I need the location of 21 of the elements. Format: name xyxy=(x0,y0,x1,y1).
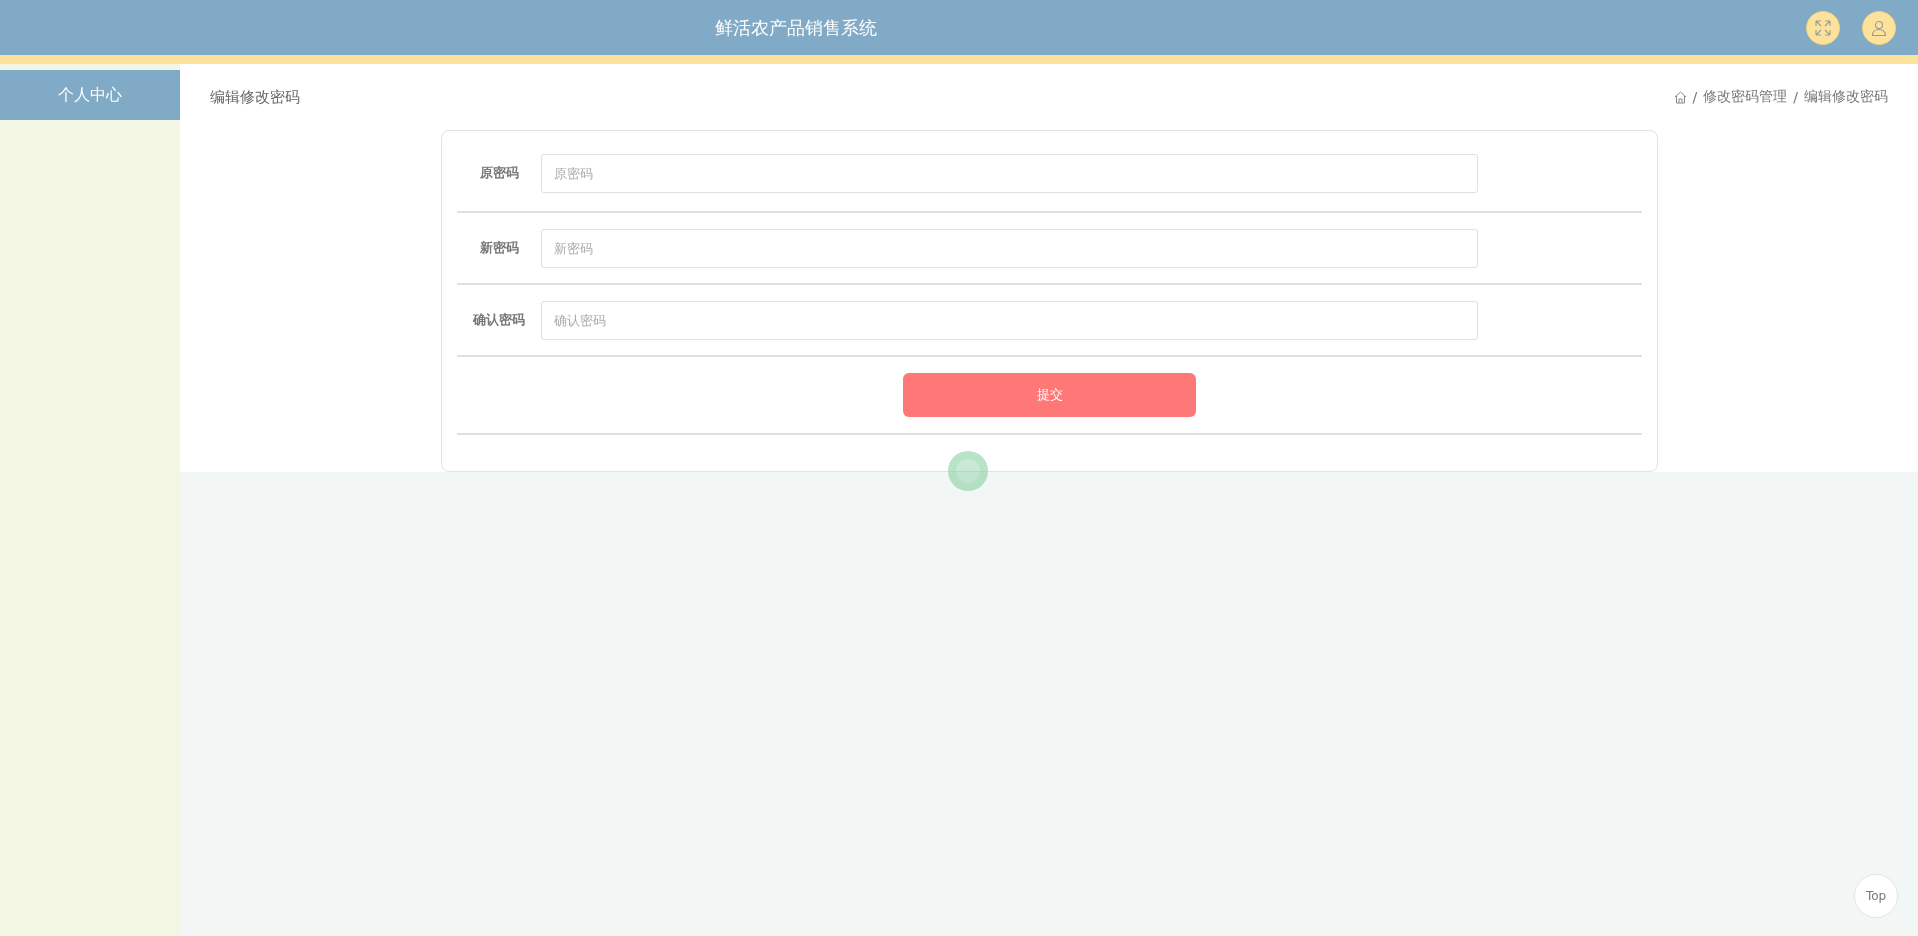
user-icon xyxy=(1871,19,1887,36)
breadcrumb-item: 编辑修改密码 xyxy=(1804,88,1888,106)
back-to-top-button[interactable]: Top xyxy=(1854,874,1898,918)
page-title: 编辑修改密码 xyxy=(210,87,300,107)
field-label: 确认密码 xyxy=(471,311,526,329)
breadcrumb-item[interactable]: 修改密码管理 xyxy=(1703,88,1788,106)
home-icon[interactable] xyxy=(1673,90,1687,104)
fullscreen-button[interactable] xyxy=(1806,10,1840,45)
breadcrumb-separator: / xyxy=(1793,89,1798,105)
app-title: 鲜活农产品销售系统 xyxy=(715,15,877,40)
input-field[interactable]: 原密码 xyxy=(541,153,1478,193)
breadcrumb-separator: / xyxy=(1692,89,1698,105)
input-field[interactable]: 确认密码 xyxy=(541,300,1478,340)
field-label: 新密码 xyxy=(478,239,520,257)
field-label: 原密码 xyxy=(478,164,520,182)
click-indicator xyxy=(948,451,988,491)
expand-icon xyxy=(1815,19,1831,36)
input-field[interactable]: 新密码 xyxy=(541,228,1478,268)
submit-button[interactable]: 提交 xyxy=(903,373,1196,417)
sidebar-menu-item[interactable]: 个人中心 xyxy=(0,70,180,120)
user-button[interactable] xyxy=(1862,10,1896,45)
